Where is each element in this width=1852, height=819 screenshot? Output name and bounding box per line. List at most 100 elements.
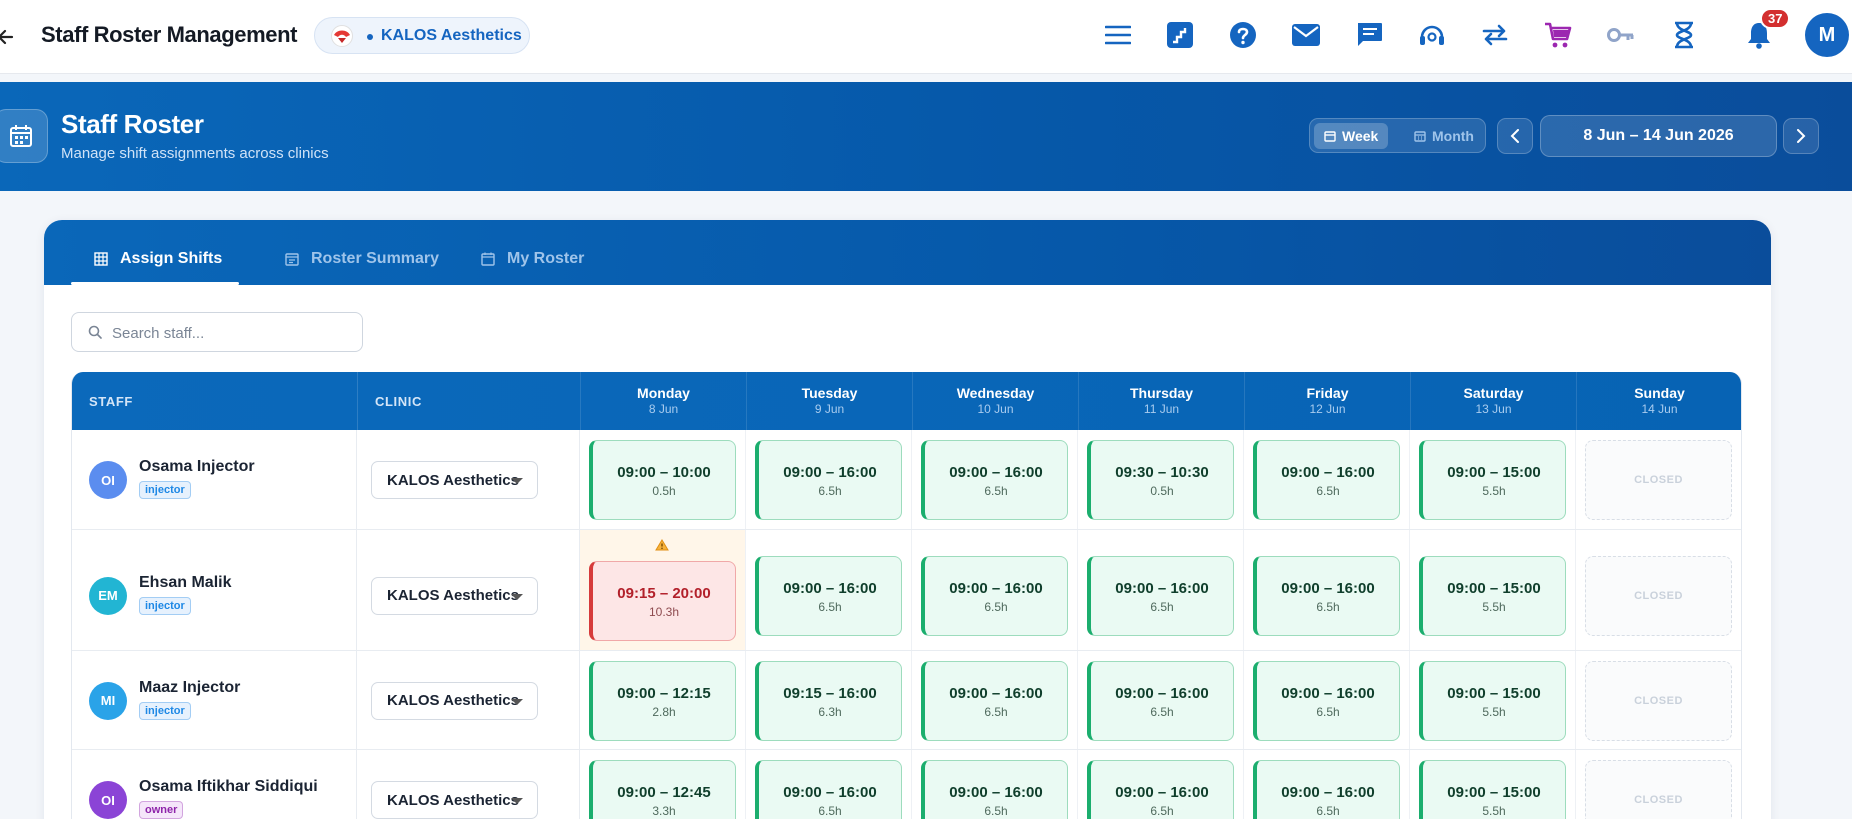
day-cell: 09:00 – 16:00 6.5h [1244,750,1410,819]
search-input[interactable] [112,322,352,344]
mail-icon[interactable] [1288,17,1324,53]
shift-block[interactable]: 09:00 – 16:00 6.5h [755,760,902,819]
clinic-select[interactable]: KALOS Aesthetics [371,576,538,615]
shift-hours: 6.5h [1316,704,1340,719]
day-cell: 09:00 – 15:00 5.5h [1410,430,1576,529]
caret-down-icon [511,698,523,705]
day-cell: 09:00 – 16:00 6.5h [1244,651,1410,749]
role-badge: injector [139,596,191,615]
chevron-left-icon [1510,129,1519,143]
clinic-cell: KALOS Aesthetics [357,651,580,749]
caret-down-icon [511,593,523,600]
help-icon[interactable] [1225,17,1261,53]
table-row: OI Osama Iftikhar Siddiqui owner KALOS Aest… [72,750,1741,819]
tab-label: Roster Summary [311,250,440,267]
shift-time: 09:00 – 15:00 [1447,579,1541,597]
key-icon[interactable] [1603,17,1639,53]
clinic-select[interactable]: KALOS Aesthetics [371,781,538,819]
shift-block[interactable]: 09:30 – 10:30 0.5h [1087,440,1234,520]
clinic-cell: KALOS Aesthetics [357,530,580,650]
shift-block[interactable]: 09:00 – 16:00 6.5h [921,555,1068,636]
day-cell: 09:00 – 16:00 6.5h [912,750,1078,819]
calendar-outline-icon [481,252,495,266]
hourglass-icon[interactable] [1666,17,1702,53]
shift-hours: 2.8h [652,704,676,719]
week-view-button[interactable]: Week [1314,123,1389,149]
shift-hours: 10.3h [648,605,680,619]
day-cell: CLOSED [1576,651,1741,749]
shift-block[interactable]: 09:00 – 16:00 6.5h [921,760,1068,819]
shift-hours: 5.5h [1482,804,1506,818]
date-range-display[interactable]: 8 Jun – 14 Jun 2026 [1540,115,1777,157]
staff-name[interactable]: Osama Injector [139,458,255,476]
clinic-select-value: KALOS Aesthetics [387,692,519,709]
chip-dot [367,34,373,40]
shift-block[interactable]: 09:00 – 16:00 6.5h [1253,660,1400,741]
tab-assign-shifts[interactable]: Assign Shifts [71,250,239,285]
shift-block[interactable]: 09:00 – 16:00 6.5h [1253,555,1400,636]
caret-down-icon [511,478,523,484]
app-title: Staff Roster Management [41,22,298,47]
day-cell: 09:00 – 15:00 5.5h [1410,750,1576,819]
shift-block[interactable]: 09:00 – 16:00 6.5h [1087,660,1234,741]
clinic-select[interactable]: KALOS Aesthetics [371,461,538,499]
shift-hours: 0.5h [652,484,676,498]
shift-time: 09:00 – 15:00 [1447,464,1541,481]
shift-hours: 6.5h [984,484,1008,498]
chat-icon[interactable] [1351,17,1387,53]
staff-name[interactable]: Maaz Injector [139,679,240,697]
role-badge: injector [139,481,191,499]
shift-time: 09:00 – 16:00 [949,579,1043,597]
tab-label: Assign Shifts [120,250,223,267]
tab-my-roster[interactable]: My Roster [458,250,598,285]
back-arrow-icon[interactable] [0,22,14,52]
tab-roster-summary[interactable]: Roster Summary [262,250,452,285]
day-cell: CLOSED [1576,750,1741,819]
shift-block[interactable]: 09:00 – 16:00 6.5h [1253,760,1400,819]
shift-block[interactable]: 09:00 – 12:45 3.3h [589,760,736,819]
shift-block[interactable]: 09:00 – 15:00 5.5h [1419,555,1566,636]
shift-time: 09:15 – 16:00 [783,684,877,702]
shift-block[interactable]: 09:00 – 16:00 6.5h [1087,760,1234,819]
user-avatar[interactable]: M [1805,13,1849,57]
shift-time: 09:00 – 16:00 [949,684,1043,702]
shift-block[interactable]: 09:00 – 10:00 0.5h [589,440,736,520]
closed-cell: CLOSED [1585,660,1732,741]
shift-time: 09:00 – 16:00 [949,784,1043,801]
clinic-select-value: KALOS Aesthetics [387,471,519,489]
support-icon[interactable] [1414,17,1450,53]
stairs-icon[interactable] [1162,17,1198,53]
shift-hours: 6.5h [1150,599,1174,614]
shift-block[interactable]: 09:00 – 16:00 6.5h [1087,555,1234,636]
day-cell: 09:00 – 16:00 6.5h [746,430,912,529]
prev-week-button[interactable] [1497,118,1533,154]
day-cell: 09:00 – 10:00 0.5h [580,430,746,529]
menu-icon[interactable] [1100,17,1136,53]
cart-icon[interactable] [1540,17,1576,53]
shift-block[interactable]: 09:00 – 15:00 5.5h [1419,660,1566,741]
shift-block[interactable]: 09:00 – 15:00 5.5h [1419,760,1566,819]
month-view-button[interactable]: Month [1404,123,1484,149]
clinic-select[interactable]: KALOS Aesthetics [371,681,538,720]
table-header: STAFF CLINIC Monday 8 Jun Tuesday 9 Jun Wedn… [72,372,1741,430]
shift-block[interactable]: 09:15 – 16:00 6.3h [755,660,902,741]
day-date: 14 Jun [1641,402,1678,416]
calendar-list-icon [285,253,299,266]
swap-icon[interactable] [1477,17,1513,53]
shift-hours: 6.5h [818,804,842,818]
next-week-button[interactable] [1783,118,1819,154]
shift-block[interactable]: 09:00 – 16:00 6.5h [921,660,1068,741]
shift-block[interactable]: 09:00 – 16:00 6.5h [755,555,902,636]
shift-block[interactable]: 09:00 – 15:00 5.5h [1419,440,1566,520]
shift-time: 09:00 – 16:00 [1115,684,1209,702]
staff-name[interactable]: Ehsan Malik [139,574,231,592]
shift-block[interactable]: 09:00 – 16:00 6.5h [921,440,1068,520]
shift-block[interactable]: 09:00 – 16:00 6.5h [1253,440,1400,520]
shift-block[interactable]: 09:00 – 16:00 6.5h [755,440,902,520]
staff-name[interactable]: Osama Iftikhar Siddiqui [139,778,318,796]
clinic-selector-chip[interactable]: KALOS Aesthetics [314,17,530,54]
day-cell: 09:00 – 16:00 6.5h [1078,530,1244,650]
shift-block[interactable]: 09:00 – 12:15 2.8h [589,660,736,741]
clinic-logo-icon [331,25,353,47]
shift-block[interactable]: 09:15 – 20:00 10.3h [589,561,736,641]
